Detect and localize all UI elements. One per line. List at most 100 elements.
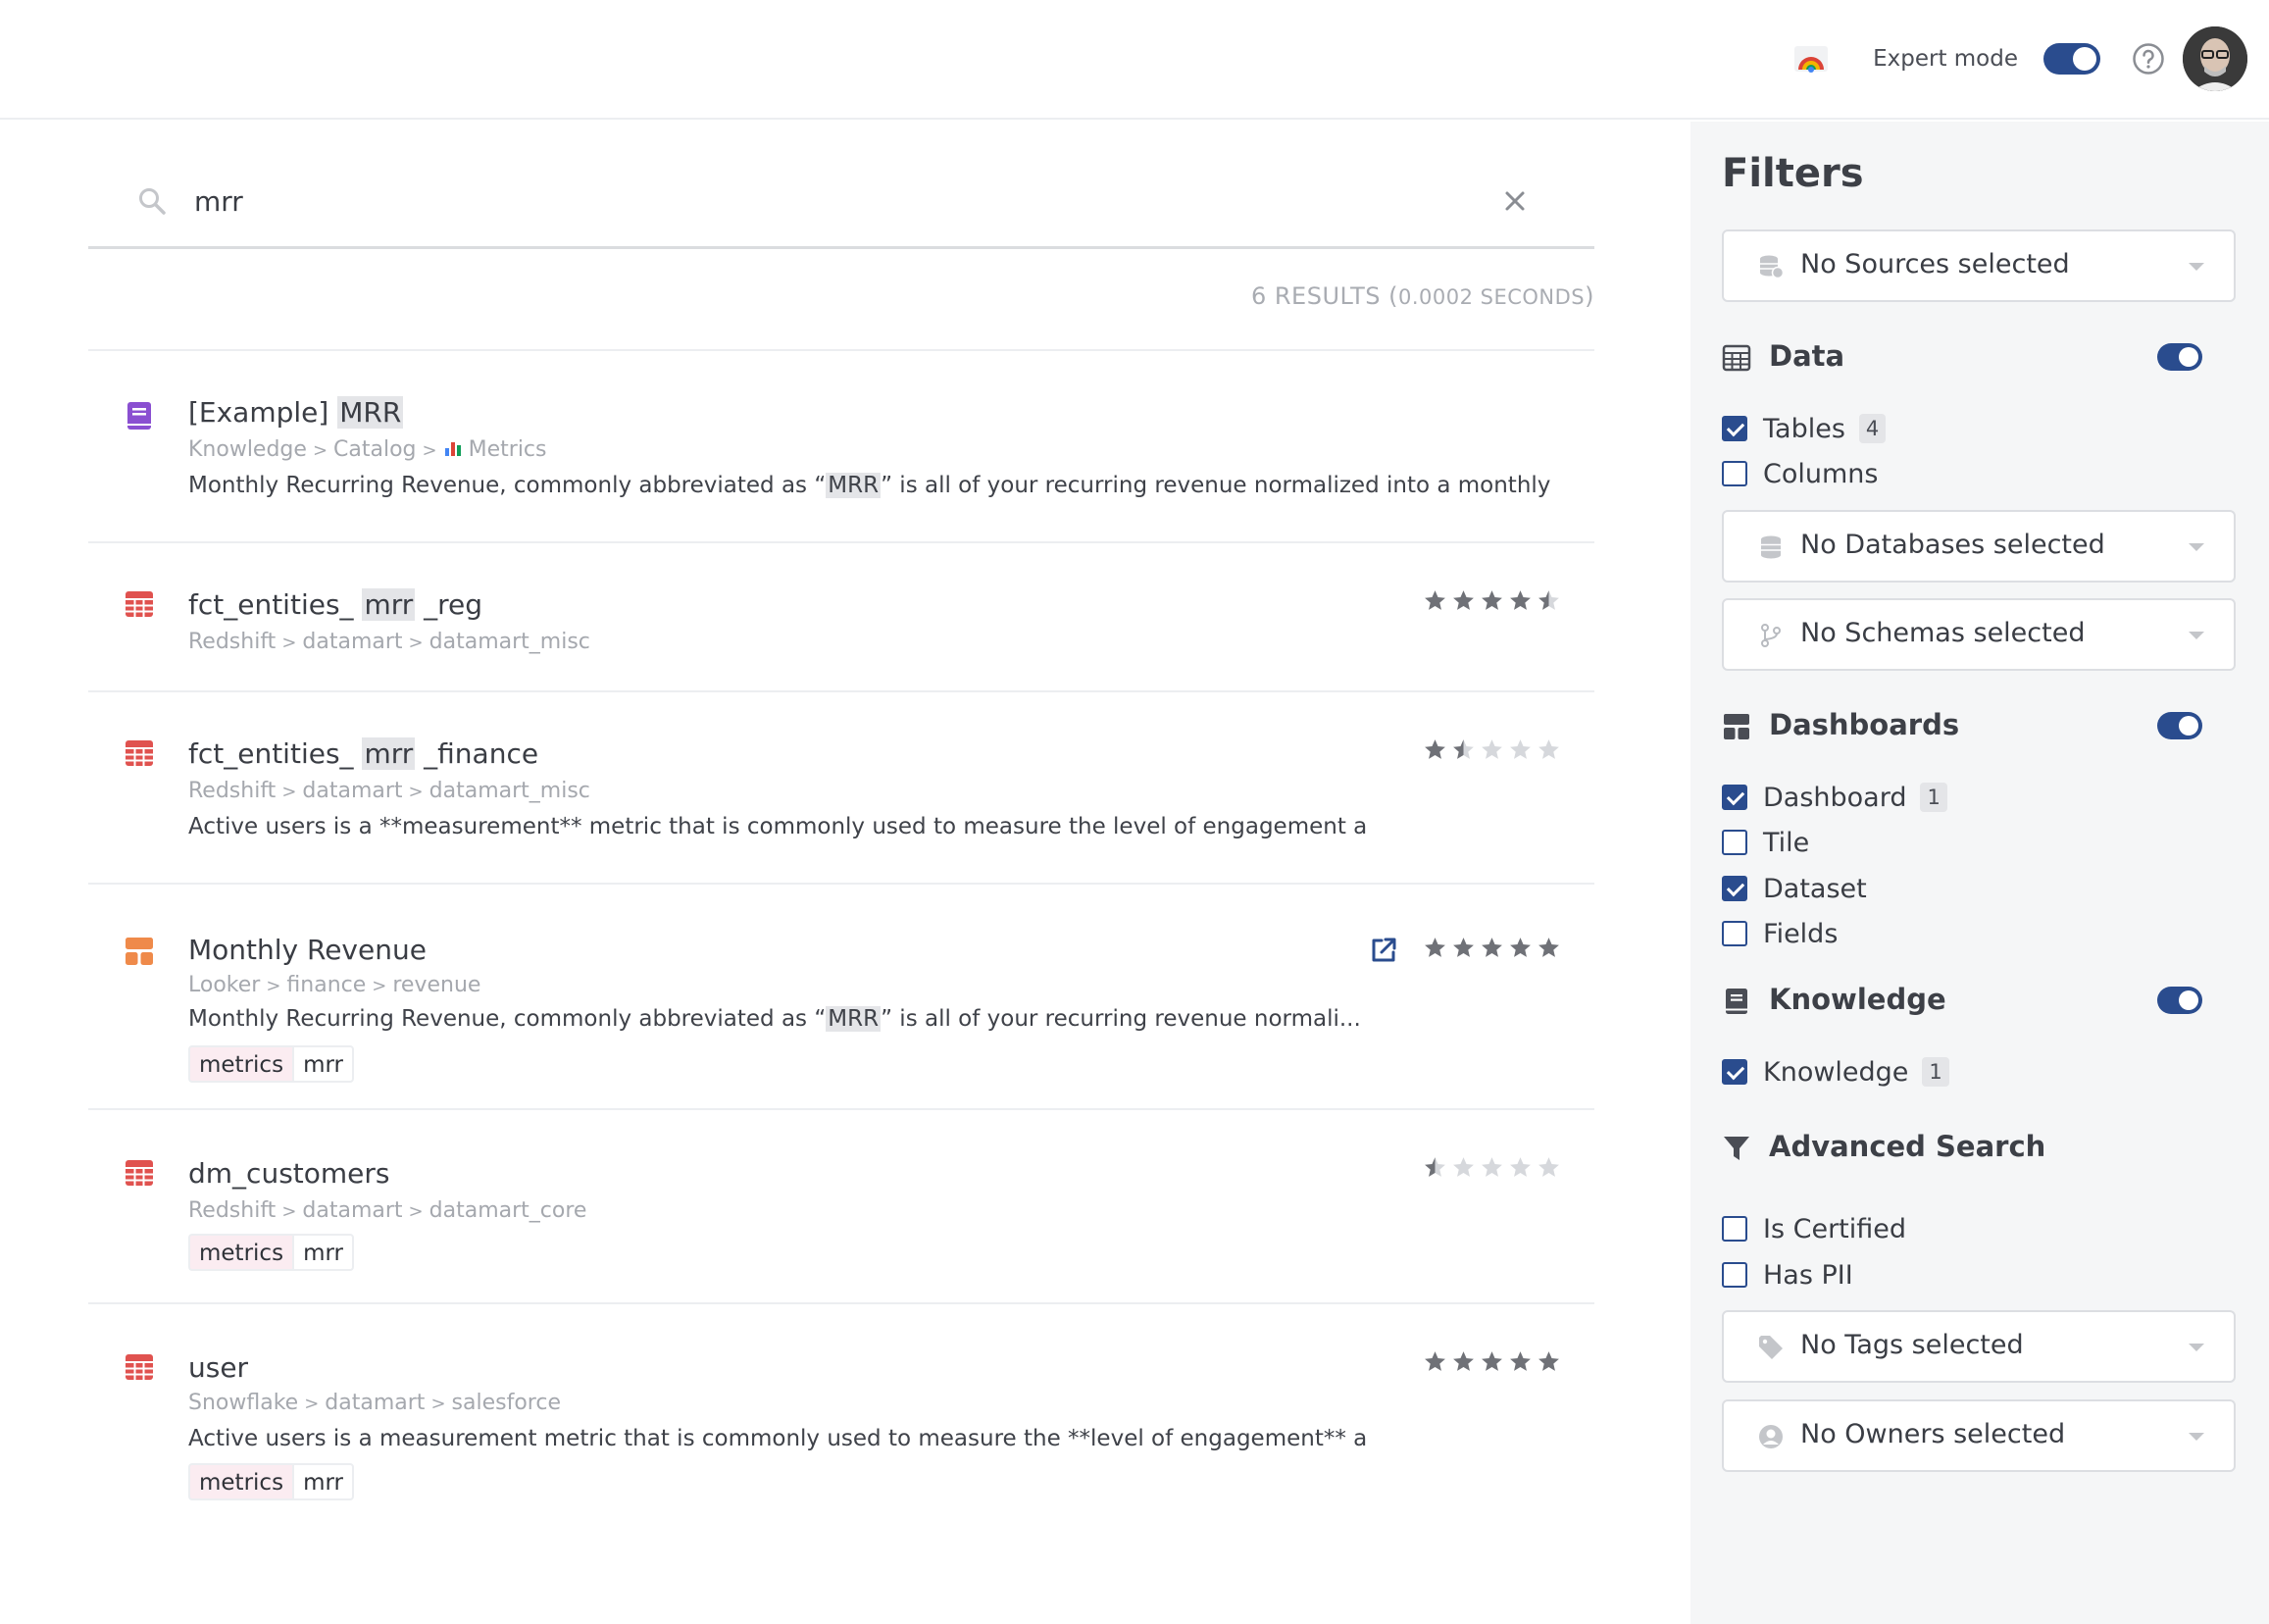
columns-checkbox[interactable] [1722,461,1747,486]
databases-select[interactable]: No Databases selected [1722,510,2236,583]
section-dashboards-label: Dashboards [1769,708,1960,741]
tag-metrics[interactable]: metrics [188,1045,293,1083]
table-icon [126,1354,153,1380]
tag-mrr[interactable]: mrr [292,1045,354,1083]
star-icon[interactable] [1537,936,1561,960]
result-item[interactable]: user Snowflake > datamart > salesforce Activ… [88,1302,1594,1528]
chrome-logo-icon[interactable] [1792,40,1830,77]
result-title[interactable]: user [188,1351,248,1384]
star-icon[interactable] [1451,1155,1476,1180]
star-icon[interactable] [1537,588,1561,613]
star-icon[interactable] [1508,936,1533,960]
star-icon[interactable] [1480,1155,1504,1180]
tag-mrr[interactable]: mrr [292,1234,354,1271]
tile-checkbox[interactable] [1722,830,1747,855]
expert-mode-toggle[interactable] [2043,43,2100,75]
star-icon[interactable] [1480,588,1504,613]
star-icon[interactable] [1537,1155,1561,1180]
database-icon [1761,535,1781,559]
external-link-icon[interactable] [1369,936,1398,965]
star-icon[interactable] [1508,737,1533,762]
rating-stars[interactable] [1423,588,1561,613]
clear-search-icon[interactable] [1500,186,1530,216]
star-icon[interactable] [1423,737,1447,762]
data-toggle[interactable] [2157,343,2202,371]
table-icon [126,591,153,617]
is-certified-label: Is Certified [1763,1213,1907,1244]
star-icon[interactable] [1451,1349,1476,1374]
rating-stars[interactable] [1423,737,1561,762]
filter-tables[interactable]: Tables 4 [1722,412,1887,445]
filter-columns[interactable]: Columns [1722,457,1878,490]
dashboard-checkbox[interactable] [1722,785,1747,810]
tables-checkbox[interactable] [1722,416,1747,441]
tag-icon [1759,1336,1783,1359]
search-input[interactable] [194,178,1469,224]
star-icon[interactable] [1537,737,1561,762]
result-title[interactable]: fct_entities_ mrr _reg [188,588,482,621]
filter-has-pii[interactable]: Has PII [1722,1258,1853,1292]
star-icon[interactable] [1423,588,1447,613]
section-knowledge-label: Knowledge [1769,983,1946,1016]
result-title[interactable]: dm_customers [188,1157,390,1190]
schemas-select[interactable]: No Schemas selected [1722,598,2236,671]
knowledge-checkbox[interactable] [1722,1059,1747,1085]
star-icon[interactable] [1480,737,1504,762]
star-icon[interactable] [1480,936,1504,960]
star-icon[interactable] [1423,1349,1447,1374]
rating-stars[interactable] [1423,936,1561,960]
chevron-down-icon [2189,632,2204,639]
rating-stars[interactable] [1423,1155,1561,1180]
rating-stars[interactable] [1423,1349,1561,1374]
star-icon[interactable] [1451,588,1476,613]
filters-title: Filters [1722,151,1864,196]
book-icon [1726,989,1747,1014]
result-item[interactable]: [Example] MRR Knowledge > Catalog > Metrics … [88,349,1594,541]
sources-select[interactable]: No Sources selected [1722,229,2236,302]
book-icon [127,402,151,430]
result-title[interactable]: Monthly Revenue [188,934,427,966]
filter-dashboard[interactable]: Dashboard 1 [1722,781,1947,814]
knowledge-label: Knowledge [1763,1056,1909,1088]
star-icon[interactable] [1423,936,1447,960]
star-icon[interactable] [1480,1349,1504,1374]
star-icon[interactable] [1537,1349,1561,1374]
columns-label: Columns [1763,458,1879,489]
help-icon[interactable] [2132,42,2165,76]
star-icon[interactable] [1508,1349,1533,1374]
is-certified-checkbox[interactable] [1722,1216,1747,1242]
fields-checkbox[interactable] [1722,921,1747,946]
dataset-checkbox[interactable] [1722,876,1747,901]
result-title[interactable]: [Example] MRR [188,396,404,429]
has-pii-checkbox[interactable] [1722,1262,1747,1288]
filter-is-certified[interactable]: Is Certified [1722,1212,1906,1245]
dashboards-toggle[interactable] [2157,712,2202,739]
tag-metrics[interactable]: metrics [188,1234,293,1271]
result-path: Redshift > datamart > datamart_misc [188,779,590,803]
results-list: [Example] MRR Knowledge > Catalog > Metrics … [88,349,1594,1528]
bar-chart-icon [444,442,461,456]
star-icon[interactable] [1451,737,1476,762]
result-item[interactable]: Monthly Revenue Looker > finance > revenue M… [88,883,1594,1108]
tag-metrics[interactable]: metrics [188,1463,293,1500]
star-icon[interactable] [1508,588,1533,613]
user-avatar[interactable] [2183,26,2247,91]
filter-tile[interactable]: Tile [1722,826,1809,859]
result-item[interactable]: fct_entities_ mrr _finance Redshift > data… [88,690,1594,883]
filter-knowledge[interactable]: Knowledge 1 [1722,1055,1949,1089]
result-item[interactable]: dm_customers Redshift > datamart > datamart_… [88,1108,1594,1302]
tag-mrr[interactable]: mrr [292,1463,354,1500]
dashboard-count-badge: 1 [1920,783,1947,812]
tags-select[interactable]: No Tags selected [1722,1310,2236,1383]
knowledge-toggle[interactable] [2157,987,2202,1014]
star-icon[interactable] [1423,1155,1447,1180]
filter-fields[interactable]: Fields [1722,917,1838,950]
star-icon[interactable] [1451,936,1476,960]
star-icon[interactable] [1508,1155,1533,1180]
result-title[interactable]: fct_entities_ mrr _finance [188,737,538,770]
owners-select-label: No Owners selected [1800,1419,2066,1449]
filter-dataset[interactable]: Dataset [1722,872,1867,905]
owners-select[interactable]: No Owners selected [1722,1399,2236,1472]
top-bar-actions: Expert mode [1792,25,2247,93]
result-item[interactable]: fct_entities_ mrr _reg Redshift > datamart… [88,541,1594,690]
